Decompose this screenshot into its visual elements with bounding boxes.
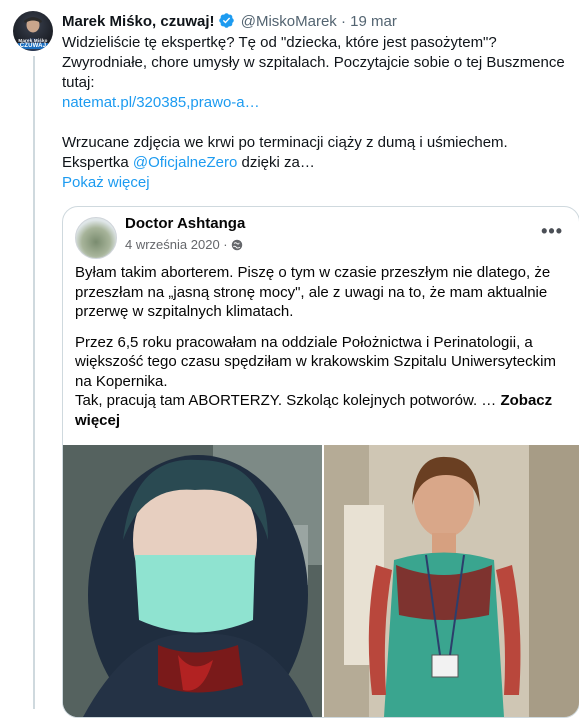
post-date: 4 września 2020 ·	[125, 237, 228, 252]
tweet-text: Widzieliście tę ekspertkę? Tę od "dzieck…	[62, 33, 574, 173]
post-date-row: 4 września 2020 ·	[125, 237, 243, 254]
post-paragraph-1: Byłam takim aborterem. Piszę o tym w cza…	[75, 264, 551, 320]
header-separator: ·	[340, 13, 346, 30]
post-paragraph-2a: Przez 6,5 roku pracowałam na oddziale Po…	[75, 333, 556, 390]
more-options-icon: •••	[541, 221, 563, 241]
globe-icon	[231, 239, 243, 254]
photo-right-scene	[324, 445, 579, 717]
tweet-text-line2: Wrzucane zdjęcia we krwi po terminacji c…	[62, 134, 508, 151]
page-name: Doctor Ashtanga	[125, 215, 246, 232]
embedded-image-card[interactable]: Doctor Ashtanga 4 września 2020 · ••• By…	[62, 206, 579, 718]
mention-link[interactable]: @OficjalneZero	[133, 154, 237, 171]
author-avatar[interactable]: Marek Miśko CZUWAJ	[13, 11, 53, 51]
avatar-brand: Marek Miśko CZUWAJ	[13, 38, 53, 49]
post-paragraph-2b: Tak, pracują tam ABORTERZY. Szkoląc kole…	[75, 392, 501, 409]
post-text: Byłam takim aborterem. Piszę o tym w cza…	[75, 263, 565, 430]
tweet-link[interactable]: natemat.pl/320385,prawo-a…	[62, 94, 260, 111]
tweet-date[interactable]: 19 mar	[350, 13, 397, 30]
verified-badge-icon	[218, 12, 235, 35]
author-handle[interactable]: @MiskoMarek	[241, 13, 337, 30]
show-more-link[interactable]: Pokaż więcej	[62, 174, 150, 191]
tweet-text-line3-suffix: dzięki za…	[237, 154, 315, 171]
page-avatar	[75, 217, 117, 259]
photo-left-scene	[63, 445, 322, 717]
author-name[interactable]: Marek Miśko, czuwaj!	[62, 13, 215, 30]
photo-right	[324, 445, 579, 717]
tweet-text-line1: Widzieliście tę ekspertkę? Tę od "dzieck…	[62, 34, 565, 91]
tweet-header: Marek Miśko, czuwaj! @MiskoMarek · 19 ma…	[62, 12, 397, 35]
photo-left	[63, 445, 322, 717]
avatar-brand-slogan: CZUWAJ	[17, 43, 49, 49]
thread-line	[33, 56, 35, 709]
tweet-text-line3-prefix: Ekspertka	[62, 154, 133, 171]
